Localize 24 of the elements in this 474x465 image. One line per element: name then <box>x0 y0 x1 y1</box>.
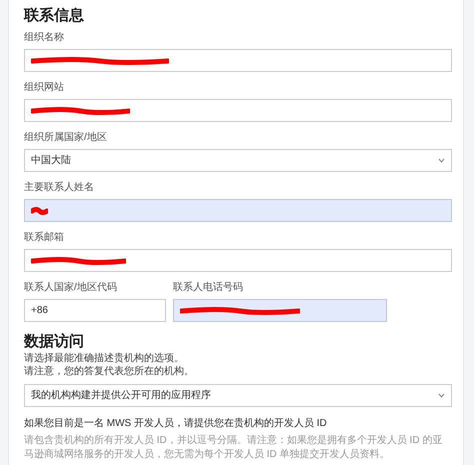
field-label: 联系人国家/地区代码 <box>24 282 118 294</box>
field-label: 组织名称 <box>24 32 65 44</box>
select-field[interactable]: 我的机构构建并提供公开可用的应用程序 <box>24 384 452 407</box>
field-label: 主要联系人姓名 <box>24 182 95 194</box>
instruction-text: 请选择最能准确描述贵机构的选项。 <box>24 352 185 365</box>
instruction-text: 请注意，您的答复代表您所在的机构。 <box>24 365 195 378</box>
hint-text: 请包含贵机构的所有开发人员 ID，并以逗号分隔。请注意：如果您是拥有多个开发人员 ID 的亚马逊商城网络服务的开发人员，您无需为每个开发人员 ID 单独提交开发人员资料。 <box>24 434 444 462</box>
input-field[interactable] <box>24 199 452 222</box>
question-text: 如果您目前是一名 MWS 开发人员，请提供您在贵机构的开发人员 ID <box>24 417 328 430</box>
select-field[interactable]: 中国大陆 <box>24 149 452 172</box>
field-label: 组织所属国家/地区 <box>24 132 108 144</box>
section-heading: 数据访问 <box>24 332 85 352</box>
redaction-scribble <box>31 206 48 214</box>
input-field[interactable] <box>24 99 452 122</box>
field-label: 联系人电话号码 <box>173 282 244 294</box>
section-heading: 联系信息 <box>24 6 85 26</box>
field-label: 联系邮箱 <box>24 232 65 244</box>
input-field[interactable] <box>173 299 387 322</box>
input-field[interactable]: +86 <box>24 299 166 322</box>
field-label: 组织网站 <box>24 82 65 94</box>
input-field[interactable] <box>24 49 452 72</box>
input-field[interactable] <box>24 249 452 272</box>
chevron-down-icon <box>438 158 445 163</box>
chevron-down-icon <box>438 393 445 398</box>
